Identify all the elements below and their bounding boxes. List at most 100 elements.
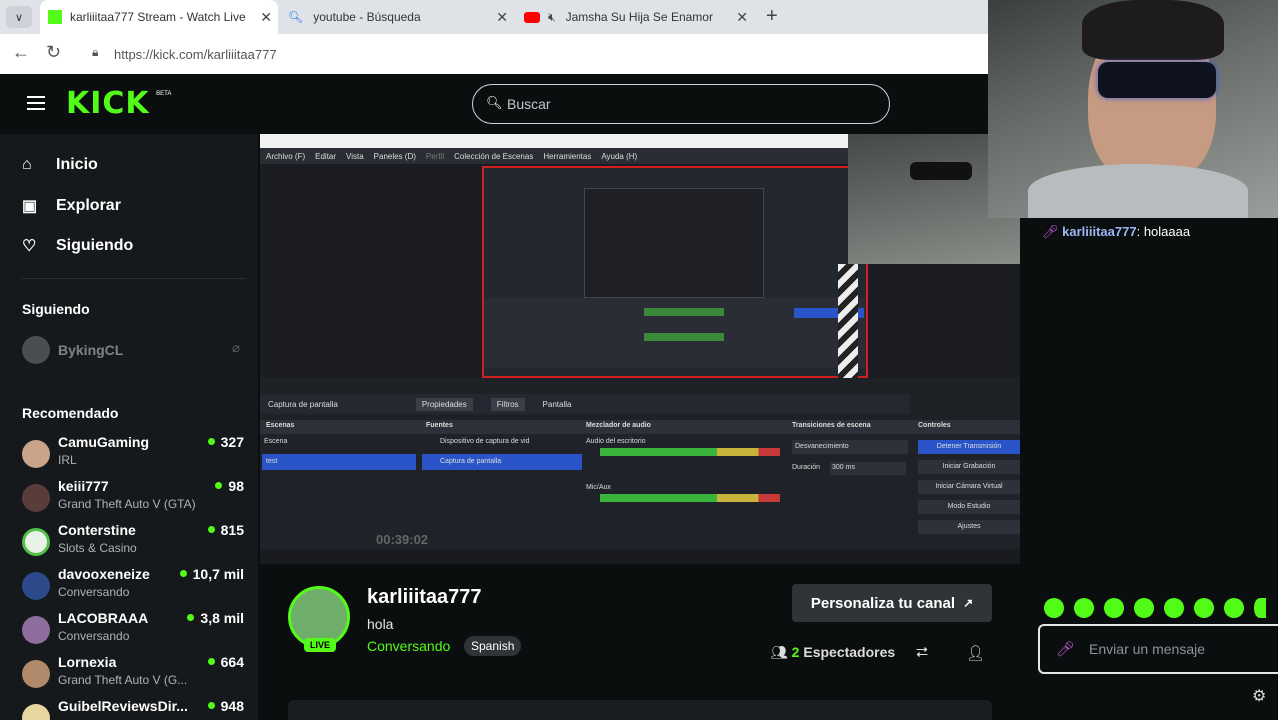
channel-name: keiii777 — [58, 478, 109, 494]
emote-icon[interactable] — [1164, 598, 1184, 618]
obs-control-button: Iniciar Cámara Virtual — [918, 480, 1020, 494]
emote-icon[interactable] — [1254, 598, 1266, 618]
chat-input-placeholder: Enviar un mensaje — [1089, 641, 1205, 657]
sunglasses — [1098, 62, 1216, 98]
recommended-item[interactable]: Lornexia Grand Theft Auto V (G... 664 — [22, 654, 244, 698]
browser-tab-kick[interactable]: karliiitaa777 Stream - Watch Live ✕ — [40, 0, 278, 34]
obs-duration-value: 300 ms — [830, 462, 906, 475]
site-info-icon[interactable]: 🔒︎ — [92, 45, 98, 60]
stream-category[interactable]: Conversando — [367, 638, 450, 654]
close-tab-icon[interactable]: ✕ — [496, 9, 508, 26]
channel-name: Lornexia — [58, 654, 117, 670]
obs-dock-title: Transiciones de escena — [792, 422, 871, 429]
channel-name[interactable]: karliiitaa777 — [367, 586, 482, 609]
obs-docks-body: Escena test Dispositivo de captura de vi… — [260, 434, 1020, 550]
obs-dock-headers: Escenas Fuentes Mezclador de audio Trans… — [260, 420, 1020, 434]
reload-icon[interactable]: ↻ — [46, 42, 61, 63]
stream-timer: 00:39:02 — [376, 532, 429, 547]
external-link-icon: ↗ — [963, 596, 974, 610]
chat-input[interactable]: 🎤︎ Enviar un mensaje — [1038, 624, 1278, 674]
recommended-item[interactable]: Conterstine Slots & Casino 815 — [22, 522, 244, 566]
heart-icon: ♡ — [22, 238, 37, 255]
language-tag[interactable]: Spanish — [464, 636, 522, 656]
share-icon[interactable]: ⮂ — [916, 644, 928, 661]
kick-logo[interactable]: KICK BETA — [66, 86, 171, 121]
audio-playing-icon[interactable]: 🔇︎ — [548, 10, 556, 25]
following-item[interactable]: BykingCL ⌀ — [22, 336, 244, 380]
browser-tab-youtube-video[interactable]: 🔇︎ Jamsha Su Hija Se Enamor ✕ — [518, 0, 754, 34]
browser-tab-youtube-search[interactable]: 🔍︎ youtube - Búsqueda ✕ — [282, 0, 514, 34]
chat-username[interactable]: karliiitaa777 — [1062, 224, 1136, 239]
obs-source-bar: Captura de pantalla Propiedades Filtros … — [260, 394, 910, 414]
customize-channel-button[interactable]: Personaliza tu canal ↗ — [792, 584, 992, 622]
obs-menu-item: Archivo (F) — [266, 151, 306, 161]
recommended-item[interactable]: davooxeneize Conversando 10,7 mil — [22, 566, 244, 610]
emote-icon[interactable] — [1134, 598, 1154, 618]
channel-name: davooxeneize — [58, 566, 150, 582]
channel-name: LACOBRAAA — [58, 610, 149, 626]
search-input[interactable]: 🔍︎ Buscar — [472, 84, 890, 124]
channel-category: Slots & Casino — [58, 541, 137, 555]
mic-icon[interactable]: 🎤︎ — [1056, 640, 1075, 658]
obs-source-item: Captura de pantalla — [422, 454, 582, 470]
close-tab-icon[interactable]: ✕ — [736, 9, 748, 26]
channel-category: IRL — [58, 453, 77, 467]
offline-icon: ⌀ — [232, 340, 240, 355]
avatar — [22, 484, 50, 512]
emote-icon[interactable] — [1194, 598, 1214, 618]
obs-menu-item: Herramientas — [543, 151, 592, 161]
divider — [22, 278, 246, 279]
recommended-header: Recomendado — [22, 405, 119, 421]
recommended-item[interactable]: LACOBRAAA Conversando 3,8 mil — [22, 610, 244, 654]
nav-label: Explorar — [56, 197, 121, 214]
tab-list-button[interactable]: ∨ — [6, 6, 32, 28]
obs-filters-button: Filtros — [490, 397, 525, 411]
chat-settings-icon[interactable]: ⚙ — [1252, 686, 1266, 706]
url-text: https://kick.com/karliiitaa777 — [114, 46, 277, 62]
viewer-count: 👥︎ 2 Espectadores — [770, 644, 895, 661]
recommended-item[interactable]: GuibelReviewsDir... 948 — [22, 698, 244, 720]
person-hair — [1082, 0, 1224, 60]
emote-icon[interactable] — [1104, 598, 1124, 618]
chat-panel: 🎤︎ karliiitaa777: holaaaa 🎤︎ Enviar un m… — [1020, 218, 1278, 720]
kick-logo-text: KICK — [66, 86, 150, 121]
video-player[interactable]: Archivo (F) Editar Vista Paneles (D) Per… — [260, 134, 1020, 564]
obs-control-button: Modo Estudio — [918, 500, 1020, 514]
viewers-number: 2 — [791, 644, 800, 660]
content-panel — [288, 700, 992, 720]
emote-icon[interactable] — [1224, 598, 1244, 618]
recommended-item[interactable]: CamuGaming IRL 327 — [22, 434, 244, 478]
viewer-count: 664 — [208, 654, 244, 670]
explore-icon: ▣ — [22, 198, 38, 215]
obs-titlebar — [260, 134, 848, 148]
obs-control-button: Detener Transmisión — [918, 440, 1020, 454]
channel-name: Conterstine — [58, 522, 136, 538]
stream-title: hola — [367, 616, 394, 632]
obs-menu-item: Paneles (D) — [373, 151, 416, 161]
kick-header: KICK BETA 🔍︎ Buscar — [0, 74, 1020, 134]
new-tab-icon[interactable]: + — [766, 5, 778, 28]
obs-dock-title: Escenas — [266, 422, 295, 429]
recommended-item[interactable]: keiii777 Grand Theft Auto V (GTA) 98 — [22, 478, 244, 522]
obs-menu-item: Colección de Escenas — [454, 151, 534, 161]
follow-user-icon[interactable]: 👤︎ — [966, 644, 985, 662]
hamburger-menu-icon[interactable] — [27, 96, 45, 110]
obs-properties-button: Propiedades — [415, 397, 473, 411]
nav-item-explorar[interactable]: ▣ Explorar — [22, 196, 121, 216]
tab-title: Jamsha Su Hija Se Enamor — [565, 10, 713, 24]
avatar — [22, 704, 50, 720]
sidebar: ⌂ Inicio ▣ Explorar ♡ Siguiendo Siguiend… — [0, 134, 258, 720]
avatar — [22, 660, 50, 688]
emote-icon[interactable] — [1044, 598, 1064, 618]
avatar — [22, 572, 50, 600]
nav-item-inicio[interactable]: ⌂ Inicio — [22, 156, 98, 174]
viewer-count: 815 — [208, 522, 244, 538]
emote-icon[interactable] — [1074, 598, 1094, 618]
channel-name: CamuGaming — [58, 434, 150, 450]
viewers-label: Espectadores — [803, 644, 896, 660]
close-tab-icon[interactable]: ✕ — [260, 9, 272, 26]
address-bar[interactable]: 🔒︎ https://kick.com/karliiitaa777 — [82, 39, 982, 69]
browser-tab-bar: ∨ karliiitaa777 Stream - Watch Live ✕ 🔍︎… — [0, 0, 988, 34]
back-icon[interactable]: ← — [12, 42, 30, 63]
nav-item-siguiendo[interactable]: ♡ Siguiendo — [22, 236, 133, 256]
